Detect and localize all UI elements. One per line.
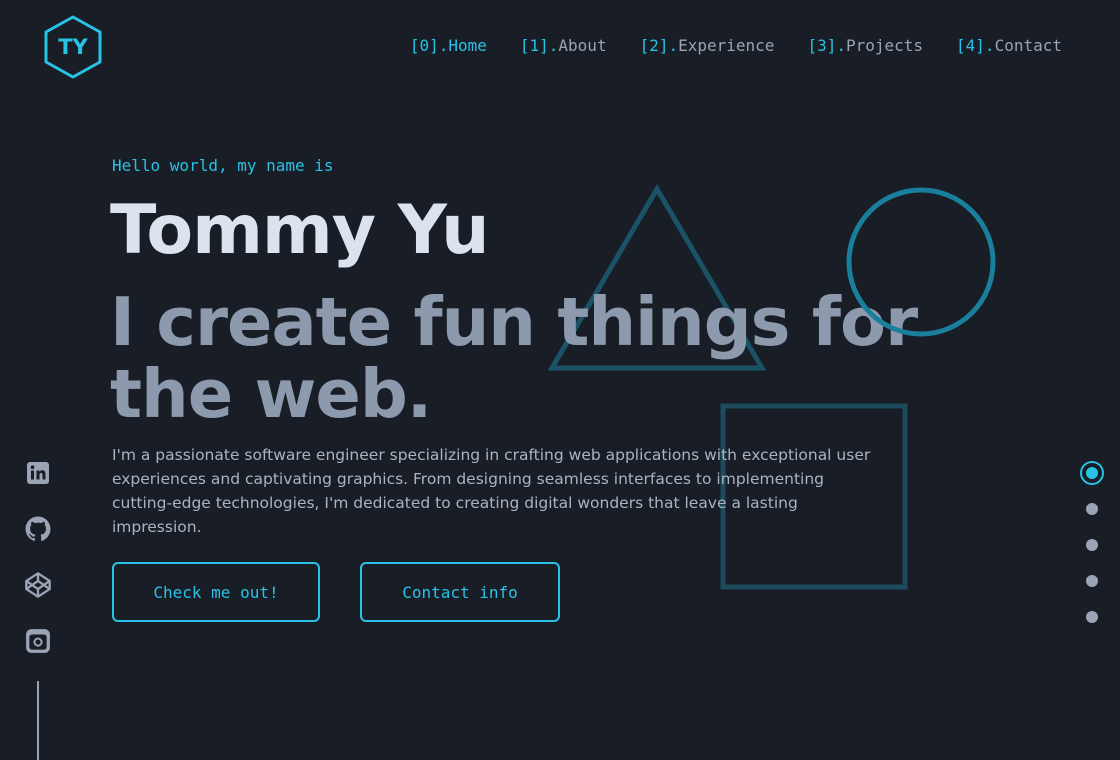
section-dot[interactable] <box>1086 575 1098 587</box>
github-icon[interactable] <box>24 515 52 543</box>
contact-info-button[interactable]: Contact info <box>360 562 560 622</box>
check-me-out-button[interactable]: Check me out! <box>112 562 320 622</box>
hero-description: I'm a passionate software engineer speci… <box>112 446 871 536</box>
section-dot[interactable] <box>1086 539 1098 551</box>
codepen-icon[interactable] <box>24 571 52 599</box>
nav-projects[interactable]: [3].Projects <box>807 36 923 55</box>
main-nav: [0].Home [1].About [2].Experience [3].Pr… <box>410 36 1062 55</box>
instagram-icon[interactable] <box>24 627 52 655</box>
hero-name: Tommy Yu <box>110 191 489 270</box>
section-dot[interactable] <box>1086 503 1098 515</box>
nav-contact[interactable]: [4].Contact <box>956 36 1062 55</box>
nav-about[interactable]: [1].About <box>520 36 607 55</box>
section-dot-active[interactable] <box>1080 461 1104 485</box>
logo[interactable]: TY <box>44 15 102 79</box>
nav-experience[interactable]: [2].Experience <box>640 36 775 55</box>
greeting-text: Hello world, my name is <box>112 156 334 175</box>
nav-home[interactable]: [0].Home <box>410 36 487 55</box>
social-divider-line <box>37 681 39 760</box>
logo-initials: TY <box>58 35 88 59</box>
linkedin-icon[interactable] <box>24 459 52 487</box>
hero-tagline: I create fun things for the web. <box>110 283 918 433</box>
section-dot[interactable] <box>1086 611 1098 623</box>
